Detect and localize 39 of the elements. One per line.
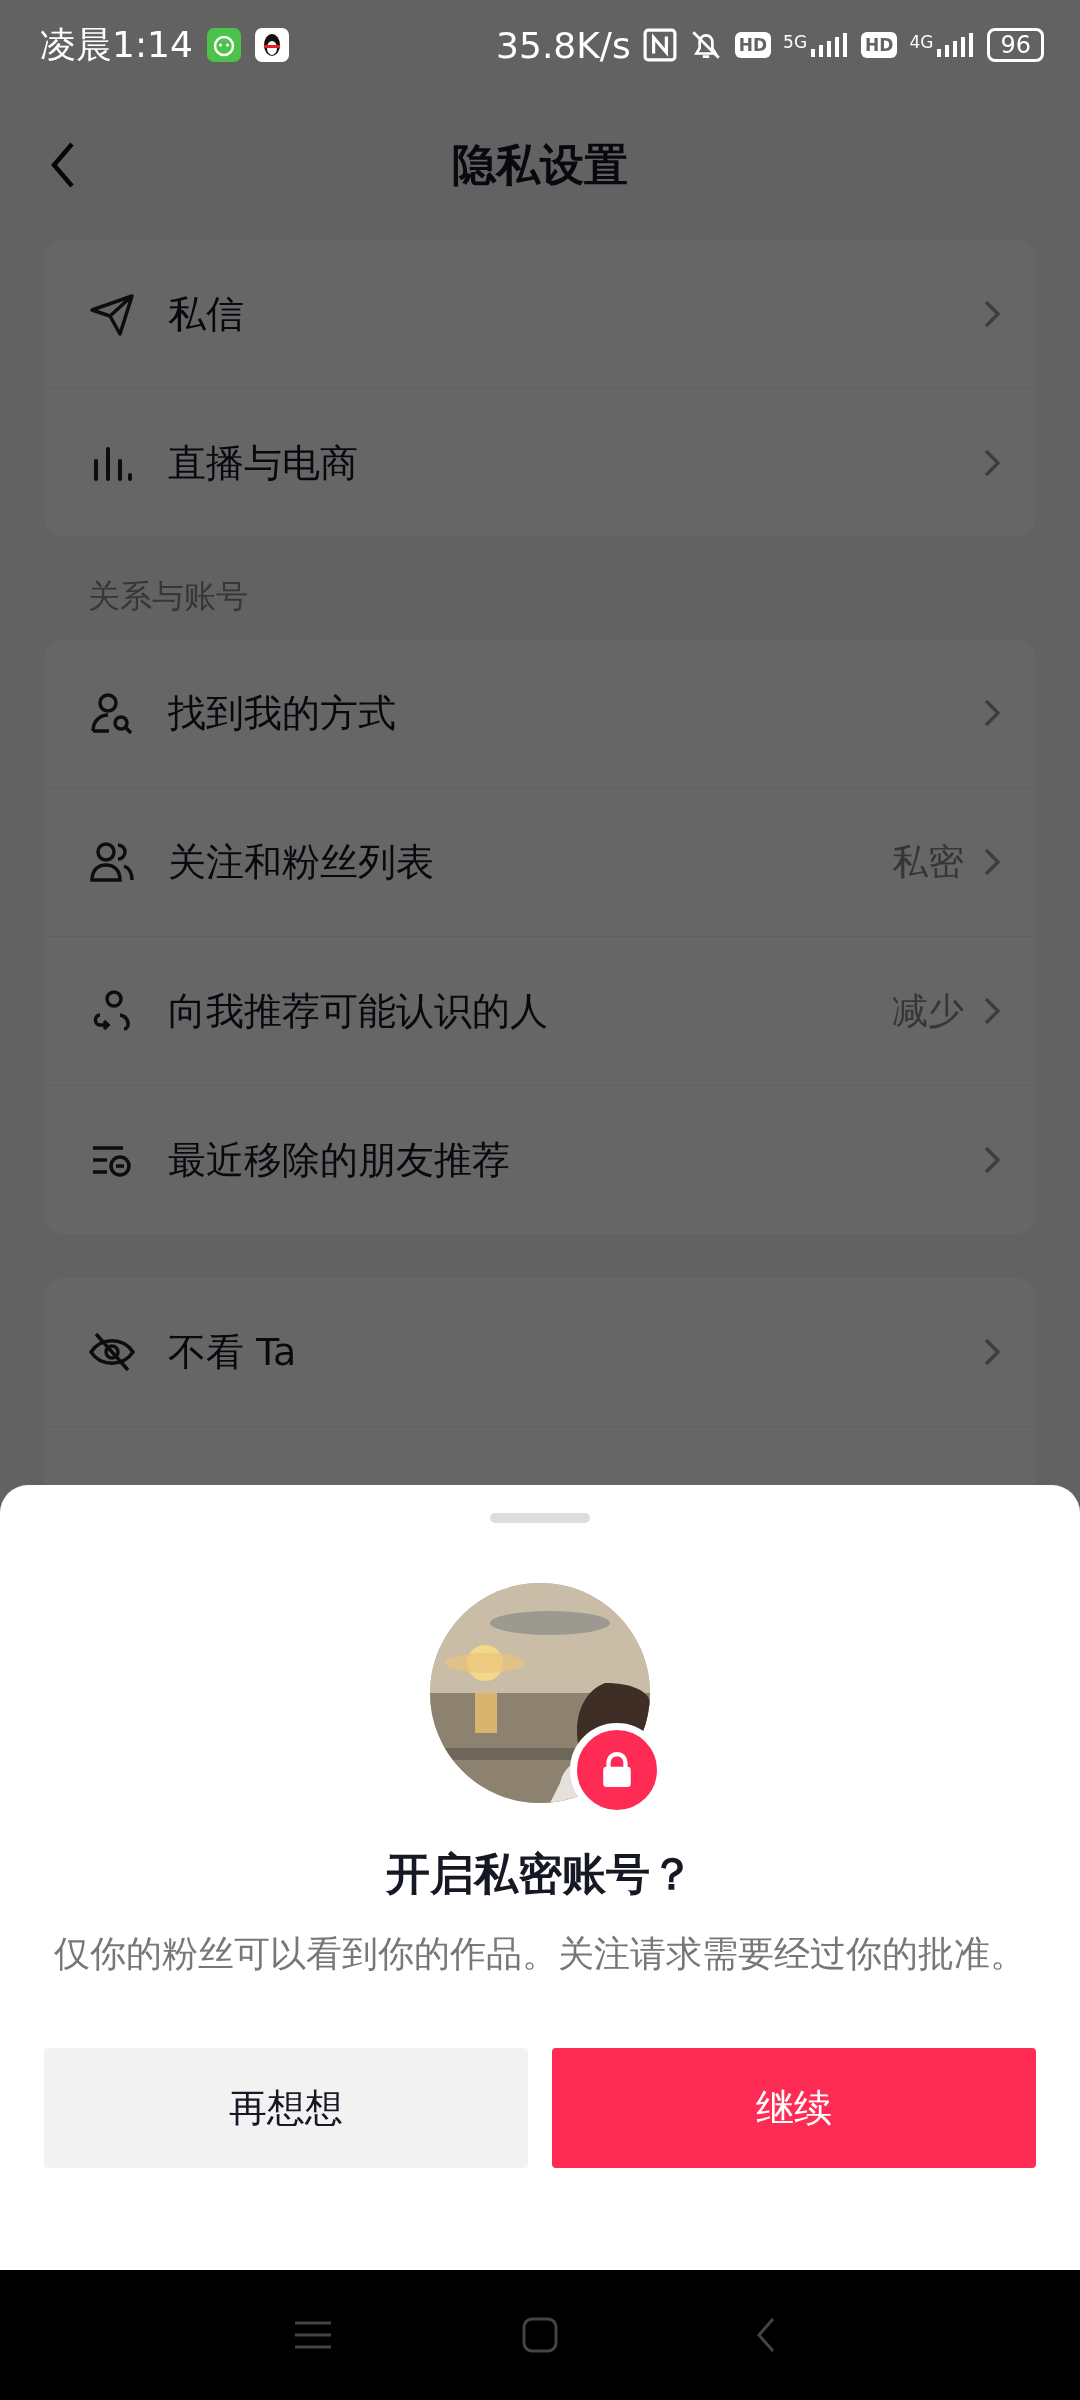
page-title: 隐私设置	[452, 137, 628, 192]
network-type: 4G	[909, 32, 934, 52]
chevron-right-icon	[982, 697, 1002, 729]
chevron-right-icon	[982, 1144, 1002, 1176]
android-app-icon	[206, 28, 241, 62]
dialog-title: 开启私密账号？	[386, 1847, 694, 1901]
network-speed: 35.8K/s	[496, 24, 631, 66]
status-time: 凌晨1:14	[40, 22, 193, 67]
row-label: 直播与电商	[168, 439, 359, 487]
row-label: 不看 Ta	[168, 1328, 298, 1376]
settings-row[interactable]: 私信	[44, 240, 1036, 388]
dialog-description: 仅你的粉丝可以看到你的作品。关注请求需要经过你的批准。	[53, 1932, 1027, 1976]
cancel-button[interactable]: 再想想	[44, 2048, 528, 2168]
chevron-right-icon	[982, 995, 1002, 1027]
hd-badge: HD	[734, 32, 772, 58]
chevron-right-icon	[982, 447, 1002, 479]
row-label: 找到我的方式	[168, 689, 397, 737]
chevron-right-icon	[982, 846, 1002, 878]
row-label: 向我推荐可能认识的人	[168, 987, 549, 1035]
row-label: 最近移除的朋友推荐	[168, 1136, 511, 1184]
settings-row[interactable]: 直播与电商	[44, 388, 1036, 537]
home-icon[interactable]	[520, 2315, 560, 2355]
penguin-app-icon	[254, 28, 289, 62]
chevron-right-icon	[982, 298, 1002, 330]
settings-row[interactable]: 不看 Ta	[44, 1278, 1036, 1427]
battery-indicator: 96	[987, 28, 1044, 62]
continue-button[interactable]: 继续	[552, 2048, 1036, 2168]
hd-badge: HD	[861, 32, 898, 58]
settings-row[interactable]: 最近移除的朋友推荐	[44, 1085, 1036, 1234]
drag-handle[interactable]	[490, 1513, 590, 1523]
nfc-icon	[642, 28, 677, 62]
row-label: 关注和粉丝列表	[168, 838, 435, 886]
signal-icon	[809, 32, 850, 58]
settings-row[interactable]: 找到我的方式	[44, 639, 1036, 787]
network-type: 5G	[783, 32, 808, 52]
lock-icon	[601, 1752, 633, 1788]
row-label: 私信	[168, 290, 245, 338]
signal-icon	[935, 32, 976, 58]
chevron-right-icon	[982, 1336, 1002, 1368]
